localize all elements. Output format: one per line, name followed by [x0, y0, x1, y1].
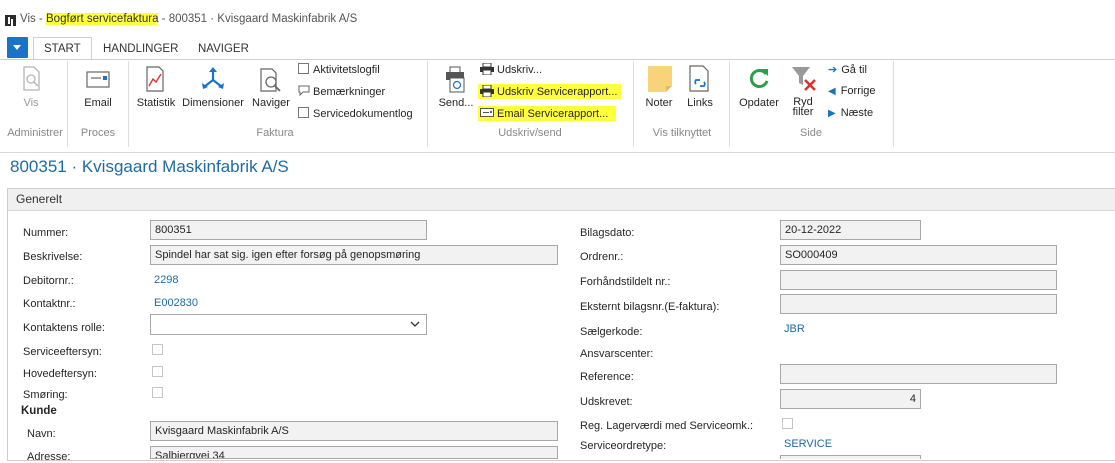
notes-icon [648, 66, 672, 92]
hovedeftersyn-checkbox[interactable] [152, 366, 163, 377]
previous-icon: ◀ [828, 86, 836, 97]
serviceordretype-link[interactable]: SERVICE [784, 438, 832, 450]
kontaktens-rolle-select[interactable] [150, 314, 427, 335]
ribbon-separator [893, 61, 894, 147]
ordrenr-label: Ordrenr.: [580, 251, 624, 263]
activity-log-icon [298, 63, 309, 74]
page-title: 800351 · Kvisgaard Maskinfabrik A/S [10, 157, 289, 176]
eksternt-bilagsnr-field[interactable] [780, 294, 1057, 314]
kontaktnr-link[interactable]: E002830 [154, 297, 198, 309]
kontaktnr-label: Kontaktnr.: [23, 298, 76, 310]
saelgerkode-link[interactable]: JBR [784, 323, 805, 335]
debitornr-link[interactable]: 2298 [154, 274, 178, 286]
next-icon: ▶ [828, 108, 836, 119]
app-menu-button[interactable] [7, 37, 28, 58]
adresse-label: Adresse: [27, 451, 71, 463]
printer-icon [480, 84, 494, 98]
kontaktens-rolle-label: Kontaktens rolle: [23, 322, 105, 334]
chevron-down-icon [410, 321, 420, 327]
comment-icon [298, 85, 310, 97]
send-icon [446, 66, 465, 93]
smoering-label: Smøring: [23, 389, 68, 401]
ribbon-separator [633, 61, 634, 147]
refresh-icon [749, 69, 769, 88]
bilagsdato-label: Bilagsdato: [580, 227, 635, 239]
forhaandstildelt-field[interactable] [780, 270, 1057, 290]
forhaandstildelt-label: Forhåndstildelt nr.: [580, 276, 671, 288]
ordrenr-field[interactable]: SO000409 [780, 245, 1057, 265]
nummer-field[interactable]: 800351 [150, 220, 427, 240]
reg-lagervaerdi-checkbox[interactable] [782, 418, 793, 429]
navn-field[interactable]: Kvisgaard Maskinfabrik A/S [150, 421, 558, 441]
next-field-edge[interactable] [780, 455, 921, 459]
view-document-icon [23, 66, 40, 91]
servicedokumentlog-button[interactable]: Servicedokumentlog [298, 107, 413, 120]
tab-naviger[interactable]: NAVIGER [188, 39, 259, 59]
section-title: Generelt [16, 192, 63, 206]
debitornr-label: Debitornr.: [23, 275, 74, 287]
ansvarscenter-label: Ansvarscenter: [580, 348, 654, 360]
naeste-button[interactable]: ▶ Næste [828, 107, 873, 119]
reference-label: Reference: [580, 371, 634, 383]
printer-icon [480, 62, 494, 76]
ribbon-separator [427, 61, 428, 147]
clear-filter-icon [792, 67, 816, 91]
links-icon [689, 65, 709, 92]
group-label-proces: Proces [80, 127, 116, 139]
ribbon-separator [67, 61, 68, 147]
udskrevet-label: Udskrevet: [580, 396, 633, 408]
window-title: Vis - Bogført servicefaktura - 800351 · … [20, 13, 358, 25]
app-logo-icon [5, 15, 16, 26]
serviceeftersyn-checkbox[interactable] [152, 344, 163, 355]
tab-start[interactable]: START [33, 37, 92, 61]
ribbon-separator [128, 61, 129, 147]
nummer-label: Nummer: [23, 227, 69, 239]
navigate-icon [260, 68, 281, 92]
eksternt-bilagsnr-label: Eksternt bilagsnr.(E-faktura): [580, 301, 720, 313]
dimensions-icon [202, 67, 224, 89]
reg-lagervaerdi-label: Reg. Lagerværdi med Serviceomk.: [580, 420, 754, 432]
udskrevet-field[interactable]: 4 [780, 389, 921, 409]
smoering-checkbox[interactable] [152, 387, 163, 398]
reference-field[interactable] [780, 364, 1057, 384]
serviceordretype-label: Serviceordretype: [580, 440, 667, 452]
statistics-icon [146, 66, 164, 92]
group-label-vis-tilknyttet: Vis tilknyttet [652, 127, 712, 139]
group-label-faktura: Faktura [256, 127, 294, 139]
document-log-icon [298, 107, 309, 118]
beskrivelse-field[interactable]: Spindel har sat sig. igen efter forsøg p… [150, 245, 558, 265]
aktivitetslogfil-button[interactable]: Aktivitetslogfil [298, 63, 380, 76]
adresse-field[interactable]: Salbjergvej 34 [150, 446, 558, 459]
udskriv-button[interactable]: Udskriv... [480, 62, 542, 76]
section-header[interactable] [8, 189, 1115, 211]
saelgerkode-label: Sælgerkode: [580, 326, 643, 338]
bemaerkninger-button[interactable]: Bemærkninger [298, 85, 385, 98]
kunde-heading: Kunde [21, 405, 57, 417]
beskrivelse-label: Beskrivelse: [23, 251, 83, 263]
serviceeftersyn-label: Serviceeftersyn: [23, 346, 102, 358]
group-label-udskriv-send: Udskriv/send [498, 127, 562, 139]
group-label-administrer: Administrer [7, 127, 63, 139]
bilagsdato-field[interactable]: 20-12-2022 [780, 220, 921, 240]
group-label-side: Side [799, 127, 823, 139]
udskriv-servicerapport-button[interactable]: Udskriv Servicerapport... [478, 84, 622, 99]
forrige-button[interactable]: ◀ Forrige [828, 85, 876, 97]
navn-label: Navn: [27, 428, 56, 440]
arrow-right-icon: ➔ [828, 64, 838, 76]
email-icon [480, 108, 494, 117]
ribbon-separator [729, 61, 730, 147]
ga-til-button[interactable]: ➔ Gå til [828, 63, 867, 76]
email-icon [86, 71, 110, 88]
email-servicerapport-button[interactable]: Email Servicerapport... [478, 106, 617, 121]
tab-handlinger[interactable]: HANDLINGER [93, 39, 188, 59]
hovedeftersyn-label: Hovedeftersyn: [23, 368, 97, 380]
title-highlight: Bogført servicefaktura [46, 13, 159, 25]
